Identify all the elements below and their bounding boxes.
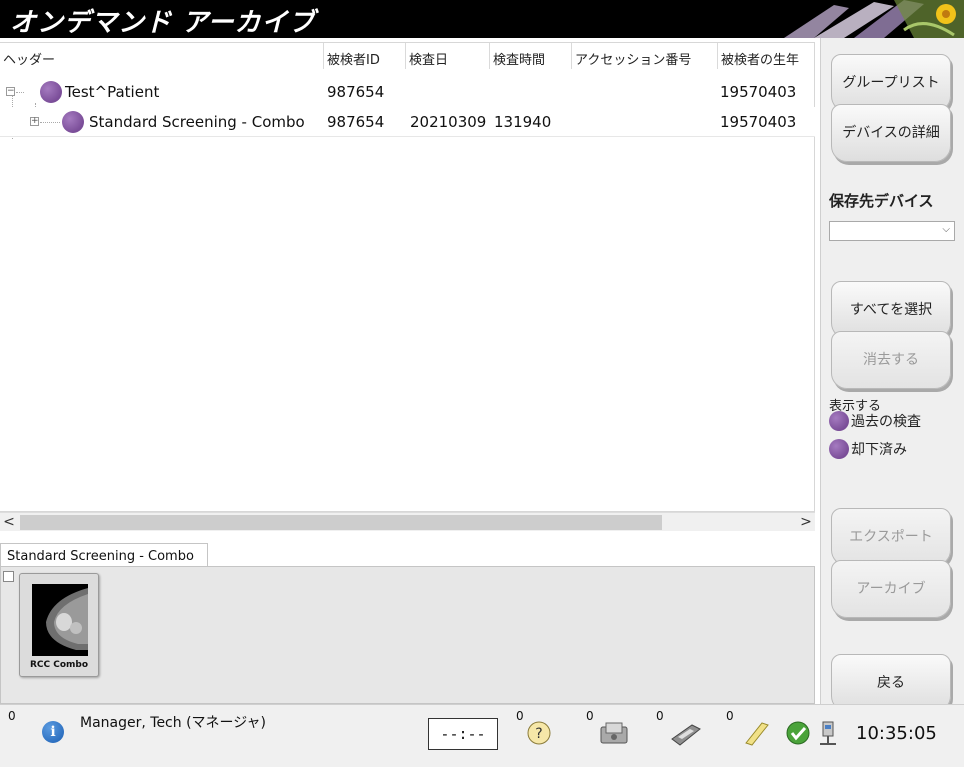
row-date: 20210309 xyxy=(410,113,487,131)
row-patient-id: 987654 xyxy=(327,83,385,101)
column-header-accession[interactable]: アクセッション番号 xyxy=(572,43,718,69)
legend-prior-exams: 過去の検査 xyxy=(829,411,921,431)
collapse-toggle-icon[interactable]: − xyxy=(6,87,15,96)
rejected-dot-icon xyxy=(829,439,849,459)
column-header-patient-id[interactable]: 被検者ID xyxy=(324,43,406,69)
legend-prior-label: 過去の検査 xyxy=(851,414,921,430)
grid-header: ヘッダー 被検者ID 検査日 検査時間 アクセッション番号 被検者の生年 xyxy=(0,43,815,69)
row-name: Standard Screening - Combo xyxy=(89,113,305,131)
mammogram-image xyxy=(32,584,88,656)
study-tree-grid[interactable]: ヘッダー 被検者ID 検査日 検査時間 アクセッション番号 被検者の生年 − T… xyxy=(0,42,815,512)
print-count: 0 xyxy=(656,709,664,723)
media-drive-icon[interactable] xyxy=(598,719,632,747)
notes-count: 0 xyxy=(726,709,734,723)
help-count: 0 xyxy=(516,709,524,723)
row-patient-id: 987654 xyxy=(327,113,385,131)
column-header-date[interactable]: 検査日 xyxy=(406,43,490,69)
row-birthdate: 19570403 xyxy=(720,83,797,101)
archive-button[interactable]: アーカイブ xyxy=(831,560,951,618)
column-header-birthdate[interactable]: 被検者の生年 xyxy=(718,43,815,69)
row-name: Test^Patient xyxy=(65,83,160,101)
chevron-down-icon[interactable]: ⌵ xyxy=(942,224,950,235)
column-header-time[interactable]: 検査時間 xyxy=(490,43,572,69)
device-details-button[interactable]: デバイスの詳細 xyxy=(831,104,951,162)
table-row[interactable]: + Standard Screening - Combo 987654 2021… xyxy=(0,107,815,137)
svg-text:?: ? xyxy=(535,726,542,742)
expand-toggle-icon[interactable]: + xyxy=(30,117,39,126)
info-icon[interactable]: i xyxy=(42,721,64,743)
column-header-name[interactable]: ヘッダー xyxy=(0,43,324,69)
thumbnail-caption: RCC Combo xyxy=(29,660,89,670)
image-thumbnail[interactable]: RCC Combo xyxy=(19,573,99,677)
prior-exam-dot-icon xyxy=(829,411,849,431)
horizontal-scrollbar[interactable]: < > xyxy=(0,512,815,531)
patient-status-dot-icon xyxy=(40,81,62,103)
thumbnail-checkbox[interactable] xyxy=(3,571,14,582)
destination-device-label: 保存先デバイス xyxy=(829,192,934,210)
notes-icon[interactable] xyxy=(742,719,770,747)
scroll-right-button[interactable]: > xyxy=(797,513,815,532)
tree-connector xyxy=(16,92,24,93)
timer-display[interactable]: --:-- xyxy=(428,718,498,750)
clock: 10:35:05 xyxy=(856,723,937,744)
row-birthdate: 19570403 xyxy=(720,113,797,131)
scrollbar-thumb[interactable] xyxy=(20,515,662,530)
title-bar: オンデマンド アーカイブ xyxy=(0,0,964,38)
legend-rejected: 却下済み xyxy=(829,439,907,459)
status-bar: 0 i Manager, Tech (マネージャ) --:-- 0 ? 0 0 … xyxy=(0,704,964,767)
info-count: 0 xyxy=(8,709,16,723)
study-tab[interactable]: Standard Screening - Combo xyxy=(0,543,208,568)
tree-connector xyxy=(40,122,60,123)
legend-rejected-label: 却下済み xyxy=(851,442,907,458)
printer-icon[interactable] xyxy=(668,719,702,747)
check-status-icon[interactable] xyxy=(784,719,812,747)
study-status-dot-icon xyxy=(62,111,84,133)
right-action-panel: グループリスト デバイスの詳細 保存先デバイス ⌵ すべてを選択 消去する 表示… xyxy=(820,38,964,720)
header-flower-decoration xyxy=(754,0,964,38)
destination-device-select[interactable]: ⌵ xyxy=(829,221,955,241)
clear-button[interactable]: 消去する xyxy=(831,331,951,389)
scroll-left-button[interactable]: < xyxy=(0,513,18,532)
row-time: 131940 xyxy=(494,113,552,131)
media-count: 0 xyxy=(586,709,594,723)
window-title: オンデマンド アーカイブ xyxy=(10,8,316,38)
table-row[interactable]: − Test^Patient 987654 19570403 xyxy=(0,77,815,107)
network-icon[interactable] xyxy=(814,719,842,747)
help-icon[interactable]: ? xyxy=(525,719,553,747)
export-button[interactable]: エクスポート xyxy=(831,508,951,566)
current-user[interactable]: Manager, Tech (マネージャ) xyxy=(80,712,266,732)
thumbnail-panel: RCC Combo xyxy=(0,566,815,704)
